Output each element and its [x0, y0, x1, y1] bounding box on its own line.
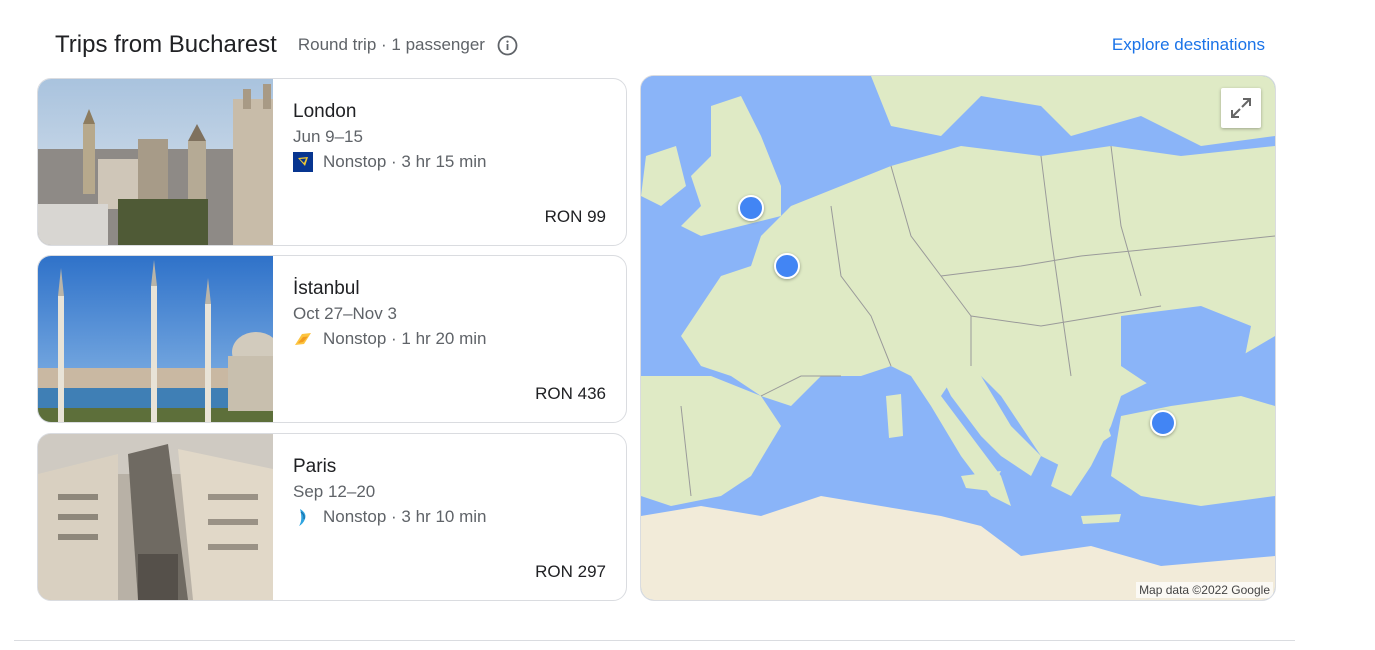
destinations-map[interactable]: Map data ©2022 Google: [640, 75, 1276, 601]
explore-destinations-link[interactable]: Explore destinations: [1112, 35, 1265, 55]
trip-flight-info: Nonstop · 3 hr 10 min: [293, 507, 486, 527]
london-photo: [38, 79, 273, 245]
info-icon[interactable]: [497, 35, 518, 56]
section-header: Trips from Bucharest Round trip · 1 pass…: [55, 28, 1265, 62]
expand-icon: [1231, 98, 1251, 118]
paris-photo: [38, 434, 273, 600]
trip-flight-info: Nonstop · 1 hr 20 min: [293, 329, 486, 349]
trip-flight-info: Nonstop · 3 hr 15 min: [293, 152, 486, 172]
trip-city: İstanbul: [293, 278, 360, 299]
section-divider: [14, 640, 1295, 641]
map-marker-paris[interactable]: [774, 253, 800, 279]
pegasus-icon: [293, 329, 313, 349]
trip-card-london[interactable]: London Jun 9–15 Nonstop · 3 hr 15 min RO…: [37, 78, 627, 246]
section-title: Trips from Bucharest: [55, 31, 277, 58]
trip-price: RON 297: [535, 562, 606, 581]
europe-map-graphic: [641, 76, 1275, 600]
trip-city: London: [293, 101, 357, 122]
trip-dates: Sep 12–20: [293, 482, 376, 501]
map-attribution: Map data ©2022 Google: [1136, 582, 1273, 598]
trip-card-istanbul[interactable]: İstanbul Oct 27–Nov 3 Nonstop · 1 hr 20 …: [37, 255, 627, 423]
trip-city: Paris: [293, 456, 337, 477]
trip-price: RON 436: [535, 384, 606, 403]
trip-card-paris[interactable]: Paris Sep 12–20 Nonstop · 3 hr 10 min RO…: [37, 433, 627, 601]
expand-map-button[interactable]: [1221, 88, 1261, 128]
map-marker-istanbul[interactable]: [1150, 410, 1176, 436]
trip-type-subtitle: Round trip · 1 passenger: [297, 35, 485, 54]
trip-flight-text: Nonstop · 1 hr 20 min: [323, 329, 487, 348]
trip-flight-text: Nonstop · 3 hr 10 min: [323, 507, 487, 526]
map-marker-london[interactable]: [738, 195, 764, 221]
wizz-icon: [293, 507, 313, 527]
trip-dates: Oct 27–Nov 3: [293, 304, 397, 323]
istanbul-photo: [38, 256, 273, 422]
trip-price: RON 99: [544, 207, 606, 226]
trip-flight-text: Nonstop · 3 hr 15 min: [323, 152, 487, 171]
trip-dates: Jun 9–15: [293, 127, 363, 146]
ryanair-harp-icon: [293, 152, 313, 172]
